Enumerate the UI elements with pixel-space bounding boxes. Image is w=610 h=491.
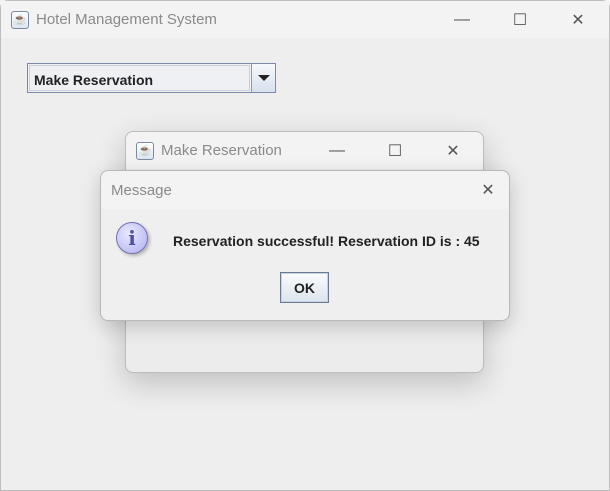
message-dialog: Message ✕ i Reservation successful! Rese…	[100, 170, 510, 321]
dialog-title: Message	[111, 181, 172, 199]
child-title-bar: ☕ Make Reservation — ☐ ✕	[126, 132, 483, 169]
title-bar: ☕ Hotel Management System — ☐ ✕	[1, 1, 609, 38]
combo-dropdown-button[interactable]	[251, 64, 275, 92]
dialog-message: Reservation successful! Reservation ID i…	[173, 233, 480, 249]
dialog-title-bar: Message ✕	[101, 171, 509, 209]
java-app-icon: ☕	[136, 141, 154, 160]
java-app-icon: ☕	[11, 10, 29, 29]
close-button[interactable]: ✕	[424, 132, 482, 169]
ok-button[interactable]: OK	[280, 272, 329, 303]
combo-selected-value: Make Reservation	[29, 65, 250, 91]
minimize-button[interactable]: —	[308, 132, 366, 169]
minimize-button[interactable]: —	[433, 1, 491, 38]
child-window-title: Make Reservation	[161, 142, 282, 159]
window-title: Hotel Management System	[36, 11, 217, 28]
action-combo-box[interactable]: Make Reservation	[27, 63, 276, 93]
info-icon: i	[116, 222, 148, 254]
close-button[interactable]: ✕	[549, 1, 607, 38]
maximize-button[interactable]: ☐	[366, 132, 424, 169]
chevron-down-icon	[257, 75, 270, 81]
maximize-button[interactable]: ☐	[491, 1, 549, 38]
dialog-close-button[interactable]: ✕	[459, 171, 517, 208]
